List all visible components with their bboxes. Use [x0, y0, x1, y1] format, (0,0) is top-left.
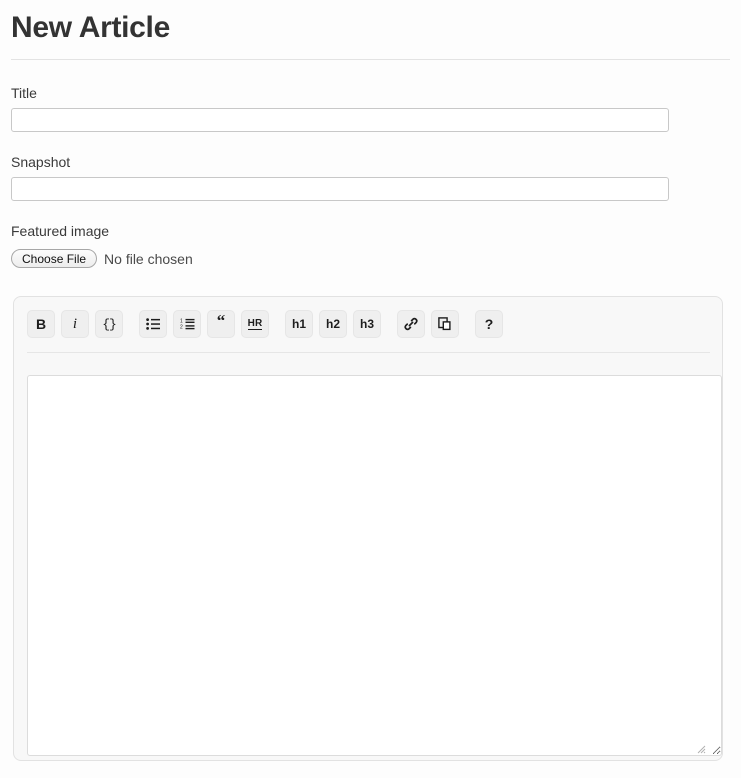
editor-toolbar: B i {} 1 2 “ HR h1 h2 h3 ?: [27, 310, 509, 338]
horizontal-rule-button[interactable]: HR: [241, 310, 269, 338]
code-button[interactable]: {}: [95, 310, 123, 338]
bold-button[interactable]: B: [27, 310, 55, 338]
link-icon: [404, 317, 418, 331]
editor-panel: B i {} 1 2 “ HR h1 h2 h3 ?: [13, 296, 723, 761]
help-icon: ?: [484, 316, 494, 332]
unordered-list-button[interactable]: [139, 310, 167, 338]
quote-icon: “: [216, 311, 226, 330]
title-input[interactable]: [11, 108, 669, 132]
choose-file-button[interactable]: Choose File: [11, 249, 98, 268]
snapshot-field-label: Snapshot: [11, 154, 71, 170]
featured-image-file-input[interactable]: Choose File No file chosen: [11, 249, 193, 268]
article-body-textarea[interactable]: [27, 375, 722, 756]
toolbar-divider: [27, 352, 710, 353]
heading-2-button[interactable]: h2: [319, 310, 347, 338]
italic-button[interactable]: i: [61, 310, 89, 338]
page-title: New Article: [11, 11, 170, 44]
link-button[interactable]: [397, 310, 425, 338]
heading-1-icon: h1: [291, 317, 306, 331]
svg-text:2: 2: [180, 325, 183, 330]
svg-text:1: 1: [180, 318, 183, 324]
duplicate-button[interactable]: [431, 310, 459, 338]
heading-3-icon: h3: [359, 317, 374, 331]
blockquote-button[interactable]: “: [207, 310, 235, 338]
ordered-list-button[interactable]: 1 2: [173, 310, 201, 338]
help-button[interactable]: ?: [475, 310, 503, 338]
heading-3-button[interactable]: h3: [353, 310, 381, 338]
file-status-text: No file chosen: [104, 250, 193, 267]
copy-icon: [438, 317, 452, 331]
new-article-page: New Article Title Snapshot Featured imag…: [0, 0, 741, 778]
heading-2-icon: h2: [325, 317, 340, 331]
bold-icon: B: [35, 316, 47, 332]
italic-icon: i: [72, 315, 78, 332]
snapshot-input[interactable]: [11, 177, 669, 201]
bulleted-list-icon: [146, 318, 160, 330]
horizontal-rule-icon: HR: [247, 318, 263, 330]
featured-image-label: Featured image: [11, 223, 110, 239]
code-icon: {}: [102, 316, 117, 332]
title-divider: [11, 59, 730, 60]
title-field-label: Title: [11, 85, 37, 101]
numbered-list-icon: 1 2: [180, 318, 195, 330]
heading-1-button[interactable]: h1: [285, 310, 313, 338]
